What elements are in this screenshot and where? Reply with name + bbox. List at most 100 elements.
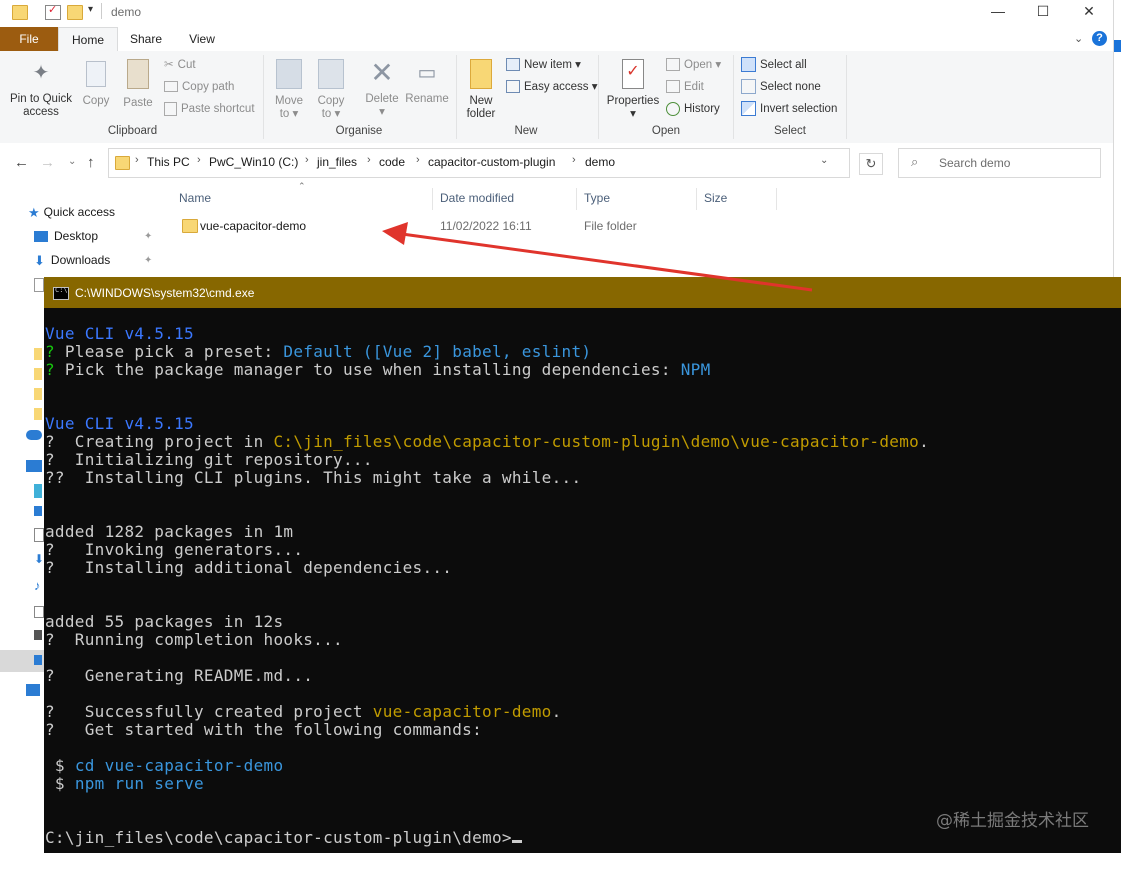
breadcrumb-separator[interactable]: › bbox=[572, 154, 576, 166]
breadcrumb-separator[interactable]: › bbox=[135, 154, 139, 166]
new-folder-button[interactable]: New folder bbox=[462, 59, 500, 121]
breadcrumb-separator[interactable]: › bbox=[305, 154, 309, 166]
recent-locations-icon[interactable]: ⌄ bbox=[68, 156, 76, 167]
desktop-icon bbox=[34, 231, 48, 243]
rename-button[interactable]: ▭ Rename bbox=[404, 59, 450, 106]
column-divider[interactable] bbox=[696, 188, 697, 210]
cmd-window[interactable]: C:\ C:\WINDOWS\system32\cmd.exe Vue CLI … bbox=[44, 277, 1121, 853]
close-button[interactable]: ✕ bbox=[1074, 3, 1104, 20]
customize-toolbar-icon[interactable]: ▾ bbox=[88, 4, 93, 15]
file-row[interactable]: vue-capacitor-demo 11/02/2022 16:11 File… bbox=[170, 214, 770, 238]
address-bar[interactable]: › This PC › PwC_Win10 (C:) › jin_files ›… bbox=[108, 148, 850, 178]
music-icon: ♪ bbox=[34, 578, 41, 593]
console-text: vue-capacitor-demo bbox=[372, 702, 552, 721]
maximize-button[interactable]: ☐ bbox=[1028, 3, 1058, 20]
nav-desktop[interactable]: Desktop bbox=[34, 226, 98, 246]
breadcrumb-code[interactable]: code bbox=[379, 155, 405, 169]
copy-path-button[interactable]: Copy path bbox=[164, 78, 234, 96]
console-text: ? Running completion hooks... bbox=[45, 630, 343, 649]
file-date: 11/02/2022 16:11 bbox=[440, 219, 532, 233]
column-divider[interactable] bbox=[432, 188, 433, 210]
breadcrumb-separator[interactable]: › bbox=[416, 154, 420, 166]
cursor bbox=[511, 840, 522, 843]
console-text: added 55 packages in 12s bbox=[45, 612, 284, 631]
group-divider bbox=[733, 55, 734, 139]
tab-home[interactable]: Home bbox=[58, 27, 118, 53]
refresh-icon[interactable]: ↻ bbox=[859, 153, 883, 175]
copy-to-label-line1: Copy bbox=[317, 95, 345, 107]
properties-button[interactable]: ✓ Properties ▾ bbox=[604, 59, 662, 121]
paste-button[interactable]: Paste bbox=[121, 59, 155, 110]
edit-button[interactable]: Edit bbox=[666, 78, 704, 96]
column-name[interactable]: Name bbox=[179, 191, 211, 205]
breadcrumb-separator[interactable]: › bbox=[367, 154, 371, 166]
console-text: ? Successfully created project bbox=[45, 702, 373, 721]
move-to-button[interactable]: Move to ▾ bbox=[272, 59, 306, 121]
videos-icon bbox=[34, 630, 42, 640]
edit-icon bbox=[666, 80, 680, 94]
cut-button[interactable]: ✂ Cut bbox=[164, 56, 196, 74]
invert-selection-icon bbox=[741, 101, 756, 117]
move-to-icon bbox=[276, 59, 302, 89]
column-date-modified[interactable]: Date modified bbox=[440, 191, 514, 205]
nav-downloads[interactable]: ⬇ Downloads bbox=[34, 250, 110, 270]
breadcrumb-demo[interactable]: demo bbox=[585, 155, 615, 169]
console-text: NPM bbox=[680, 360, 711, 379]
column-divider[interactable] bbox=[576, 188, 577, 210]
copy-button[interactable]: Copy bbox=[80, 61, 112, 108]
tab-share[interactable]: Share bbox=[124, 27, 168, 51]
paste-shortcut-button[interactable]: Paste shortcut bbox=[164, 100, 255, 118]
watermark: @稀土掘金技术社区 bbox=[936, 811, 1089, 831]
nav-quick-access[interactable]: ★ Quick access bbox=[28, 202, 115, 222]
paste-icon bbox=[127, 59, 149, 89]
help-icon[interactable]: ? bbox=[1092, 31, 1107, 46]
easy-access-button[interactable]: Easy access ▾ bbox=[506, 78, 598, 96]
paste-shortcut-label: Paste shortcut bbox=[181, 103, 255, 115]
cmd-titlebar[interactable]: C:\ C:\WINDOWS\system32\cmd.exe bbox=[44, 277, 1121, 308]
cmd-icon: C:\ bbox=[53, 286, 69, 300]
properties-quick-icon[interactable]: ✓ bbox=[45, 4, 61, 20]
breadcrumb-separator[interactable]: › bbox=[197, 154, 201, 166]
console-text: ?? Installing CLI plugins. This might ta… bbox=[45, 468, 582, 487]
console-output[interactable]: Vue CLI v4.5.15? Please pick a preset: D… bbox=[45, 325, 1115, 847]
pin-icon[interactable]: ✦ bbox=[144, 255, 152, 266]
console-line: C:\jin_files\code\capacitor-custom-plugi… bbox=[45, 829, 1115, 847]
collapse-ribbon-icon[interactable]: ⌄ bbox=[1074, 32, 1083, 45]
pin-to-quick-access-button[interactable]: ✦ Pin to Quick access bbox=[6, 61, 76, 119]
history-button[interactable]: History bbox=[666, 100, 720, 118]
invert-selection-button[interactable]: Invert selection bbox=[741, 100, 837, 118]
up-arrow-icon[interactable]: ↑ bbox=[87, 154, 95, 171]
tab-view[interactable]: View bbox=[178, 27, 226, 51]
console-line: ? Pick the package manager to use when i… bbox=[45, 361, 1115, 379]
breadcrumb-capacitor-custom-plugin[interactable]: capacitor-custom-plugin bbox=[428, 155, 555, 169]
forward-arrow-icon[interactable]: → bbox=[40, 154, 55, 171]
select-none-button[interactable]: Select none bbox=[741, 78, 821, 96]
column-divider[interactable] bbox=[776, 188, 777, 210]
breadcrumb-this-pc[interactable]: This PC bbox=[147, 155, 190, 169]
search-box[interactable]: ⌕ Search demo bbox=[898, 148, 1101, 178]
column-size[interactable]: Size bbox=[704, 191, 727, 205]
minimize-button[interactable]: — bbox=[983, 3, 1013, 19]
search-icon: ⌕ bbox=[911, 154, 919, 169]
delete-button[interactable]: ✕ Delete ▾ bbox=[362, 59, 402, 119]
address-dropdown-icon[interactable]: ⌄ bbox=[820, 155, 828, 166]
select-none-icon bbox=[741, 79, 756, 95]
rename-label: Rename bbox=[405, 93, 449, 105]
console-line: Vue CLI v4.5.15 bbox=[45, 325, 1115, 343]
console-line: $ npm run serve bbox=[45, 775, 1115, 793]
copy-to-button[interactable]: Copy to ▾ bbox=[314, 59, 348, 121]
select-all-button[interactable]: Select all bbox=[741, 56, 807, 74]
open-button[interactable]: Open ▾ bbox=[666, 56, 721, 74]
new-folder-quick-icon[interactable] bbox=[67, 5, 83, 20]
back-arrow-icon[interactable]: ← bbox=[14, 154, 29, 171]
breadcrumb-jin-files[interactable]: jin_files bbox=[317, 155, 357, 169]
open-icon bbox=[666, 58, 680, 72]
tab-file[interactable]: File bbox=[0, 27, 58, 51]
select-all-icon bbox=[741, 57, 756, 73]
breadcrumb-drive[interactable]: PwC_Win10 (C:) bbox=[209, 155, 298, 169]
column-type[interactable]: Type bbox=[584, 191, 610, 205]
new-item-button[interactable]: New item ▾ bbox=[506, 56, 581, 74]
pin-icon[interactable]: ✦ bbox=[144, 231, 152, 242]
